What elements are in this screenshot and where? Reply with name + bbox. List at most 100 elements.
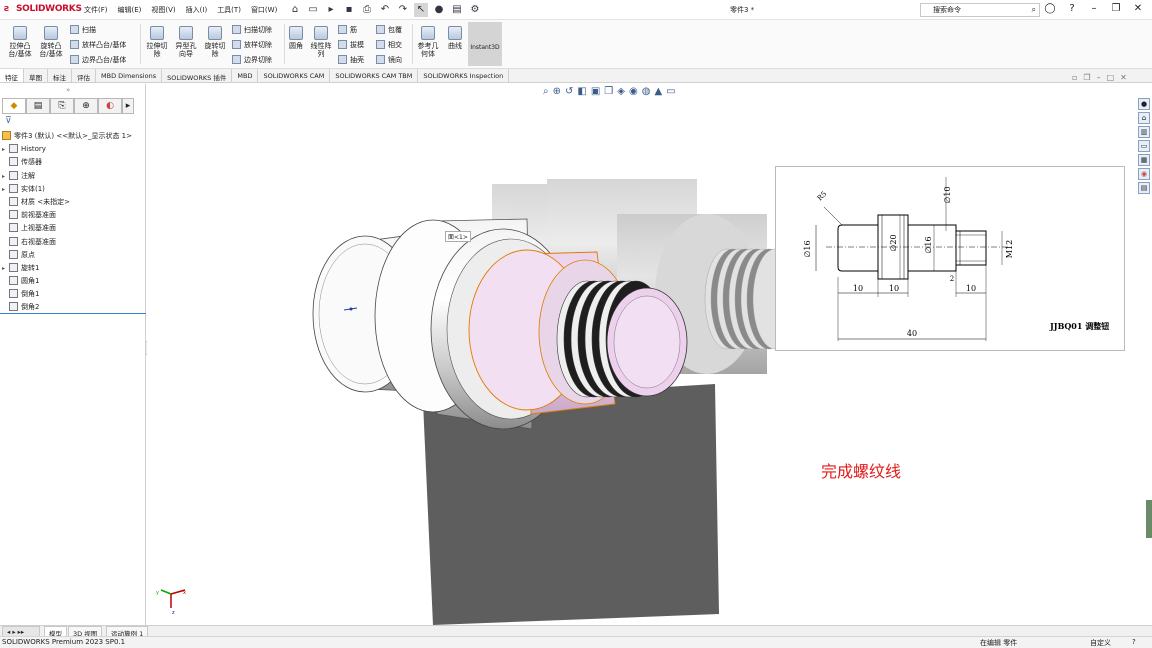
expand-arrow-icon[interactable]: ▸ [2, 143, 9, 156]
linear-pattern-button[interactable]: 线性阵 列 [308, 26, 334, 58]
view-settings-icon[interactable]: ▭ [666, 86, 675, 97]
display-manager-tab-icon[interactable]: ◐ [98, 98, 122, 114]
maximize-doc-icon[interactable]: □ [1107, 73, 1115, 82]
property-manager-tab-icon[interactable]: ▤ [26, 98, 50, 114]
restore-icon[interactable]: ❐ [1110, 3, 1122, 14]
menu-insert[interactable]: 插入(I) [186, 5, 208, 15]
tab-solidworks-addins[interactable]: SOLIDWORKS 插件 [162, 69, 233, 82]
flyout-grip[interactable] [1146, 500, 1152, 538]
extrude-boss-button[interactable]: 拉伸凸 台/基体 [6, 26, 34, 58]
tab-mbd-dimensions[interactable]: MBD Dimensions [96, 69, 163, 82]
apply-scene-icon[interactable]: ▲ [654, 86, 662, 97]
intersect-button[interactable]: 相交 [376, 40, 402, 49]
tab-solidworks-cam-tbm[interactable]: SOLIDWORKS CAM TBM [330, 69, 419, 82]
user-icon[interactable]: ◯ [1044, 3, 1056, 14]
pane-grip-icon[interactable]: » [66, 86, 70, 94]
tile-icon[interactable]: ▫ [1072, 73, 1077, 82]
new-document-icon[interactable]: ▭ [306, 3, 320, 17]
shell-button[interactable]: 抽壳 [338, 55, 364, 64]
tree-item[interactable]: ▸ History [2, 143, 144, 156]
configuration-manager-tab-icon[interactable]: ⎘ [50, 98, 74, 114]
hide-show-items-icon[interactable]: ◉ [629, 86, 638, 97]
tab-features[interactable]: 特征 [0, 69, 24, 82]
tree-item[interactable]: 原点 [2, 249, 144, 262]
hole-wizard-button[interactable]: 异型孔 向导 [172, 26, 200, 58]
display-style-icon[interactable]: ◈ [617, 86, 625, 97]
minimize-icon[interactable]: – [1088, 3, 1100, 14]
swept-cut-button[interactable]: 扫描切除 [232, 25, 272, 34]
tree-root-part[interactable]: 零件3 (默认) <<默认>_显示状态 1> [2, 130, 144, 143]
dynamic-annotation-icon[interactable]: ▣ [591, 86, 600, 97]
feature-manager-tab-icon[interactable]: ◆ [2, 98, 26, 114]
menu-file[interactable]: 文件(F) [84, 5, 108, 15]
tab-sketch[interactable]: 草图 [24, 69, 48, 82]
graphics-area[interactable]: x y z 面<1> ⌕ ⊕ ↺ ◧ ▣ ❒ ◈ ◉ ◍ ▲ ▭ ∅16 ∅20… [147, 84, 1132, 625]
menu-edit[interactable]: 编辑(E) [118, 5, 142, 15]
minimize-doc-icon[interactable]: – [1097, 73, 1101, 82]
more-tabs-icon[interactable]: ▸ [122, 98, 134, 114]
tab-mbd[interactable]: MBD [232, 69, 259, 82]
rib-button[interactable]: 筋 [338, 25, 357, 34]
file-properties-icon[interactable]: ▤ [450, 3, 464, 17]
previous-view-icon[interactable]: ↺ [565, 86, 573, 97]
redo-icon[interactable]: ↷ [396, 3, 410, 17]
boundary-button[interactable]: 边界凸台/基体 [70, 55, 126, 64]
close-icon[interactable]: ✕ [1132, 3, 1144, 14]
zoom-to-fit-icon[interactable]: ⌕ [543, 86, 549, 97]
help-icon[interactable]: ? [1066, 3, 1078, 14]
menu-tools[interactable]: 工具(T) [217, 5, 241, 15]
file-explorer-icon[interactable]: ▭ [1138, 140, 1150, 152]
tab-markup[interactable]: 标注 [48, 69, 72, 82]
tree-item[interactable]: 圆角1 [2, 275, 144, 288]
loft-button[interactable]: 放样凸台/基体 [70, 40, 126, 49]
rebuild-icon[interactable]: ● [432, 3, 446, 17]
view-orientation-icon[interactable]: ❒ [604, 86, 613, 97]
filter-icon[interactable]: ⊽ [5, 116, 12, 126]
fillet-button[interactable]: 圆角 [286, 26, 306, 50]
dimxpert-tab-icon[interactable]: ⊕ [74, 98, 98, 114]
tree-item[interactable]: ▸ 旋转1 [2, 262, 144, 275]
zoom-area-icon[interactable]: ⊕ [553, 86, 561, 97]
tree-item[interactable]: 倒角1 [2, 288, 144, 301]
tree-item[interactable]: 上视基准面 [2, 222, 144, 235]
close-doc-icon[interactable]: ✕ [1120, 73, 1127, 82]
tree-item[interactable]: 材质 <未指定> [2, 196, 144, 209]
print-icon[interactable]: ⎙ [360, 3, 374, 17]
section-view-icon[interactable]: ◧ [577, 86, 586, 97]
expand-arrow-icon[interactable]: ▸ [2, 183, 9, 196]
solidworks-resources-icon[interactable]: ● [1138, 98, 1150, 110]
tree-item[interactable]: ▸ 实体(1) [2, 183, 144, 196]
restore-doc-icon[interactable]: ❐ [1083, 73, 1090, 82]
instant3d-button[interactable]: Instant3D [468, 22, 502, 66]
revolve-boss-button[interactable]: 旋转凸 台/基体 [36, 26, 66, 58]
tree-item[interactable]: 右视基准面 [2, 236, 144, 249]
menu-view[interactable]: 视图(V) [151, 5, 175, 15]
mirror-button[interactable]: 镜向 [376, 55, 402, 64]
expand-arrow-icon[interactable]: ▸ [2, 262, 9, 275]
select-pointer-icon[interactable]: ↖ [414, 3, 428, 17]
search-commands-input[interactable]: 搜索命令 ⌕ [920, 3, 1040, 17]
boundary-cut-button[interactable]: 边界切除 [232, 55, 272, 64]
tree-item[interactable]: 传感器 [2, 156, 144, 169]
home-icon[interactable]: ⌂ [1138, 112, 1150, 124]
custom-properties-icon[interactable]: ▤ [1138, 182, 1150, 194]
options-gear-icon[interactable]: ⚙ [468, 3, 482, 17]
design-library-icon[interactable]: ▥ [1138, 126, 1150, 138]
save-icon[interactable]: ▪ [342, 3, 356, 17]
appearances-icon[interactable]: ◉ [1138, 168, 1150, 180]
search-icon[interactable]: ⌕ [1032, 4, 1036, 16]
undo-icon[interactable]: ↶ [378, 3, 392, 17]
expand-arrow-icon[interactable]: ▸ [2, 170, 9, 183]
tab-solidworks-cam[interactable]: SOLIDWORKS CAM [258, 69, 331, 82]
menu-window[interactable]: 窗口(W) [251, 5, 277, 15]
edit-appearance-icon[interactable]: ◍ [642, 86, 651, 97]
tree-item[interactable]: ▸ 注解 [2, 170, 144, 183]
tab-evaluate[interactable]: 评估 [72, 69, 96, 82]
draft-button[interactable]: 拔模 [338, 40, 364, 49]
curves-button[interactable]: 曲线 [444, 26, 466, 50]
home-icon[interactable]: ⌂ [288, 3, 302, 17]
lofted-cut-button[interactable]: 放样切除 [232, 40, 272, 49]
revolve-cut-button[interactable]: 旋转切 除 [202, 26, 228, 58]
status-help-icon[interactable]: ? [1132, 638, 1136, 646]
reference-geometry-button[interactable]: 参考几 何体 [414, 26, 442, 58]
